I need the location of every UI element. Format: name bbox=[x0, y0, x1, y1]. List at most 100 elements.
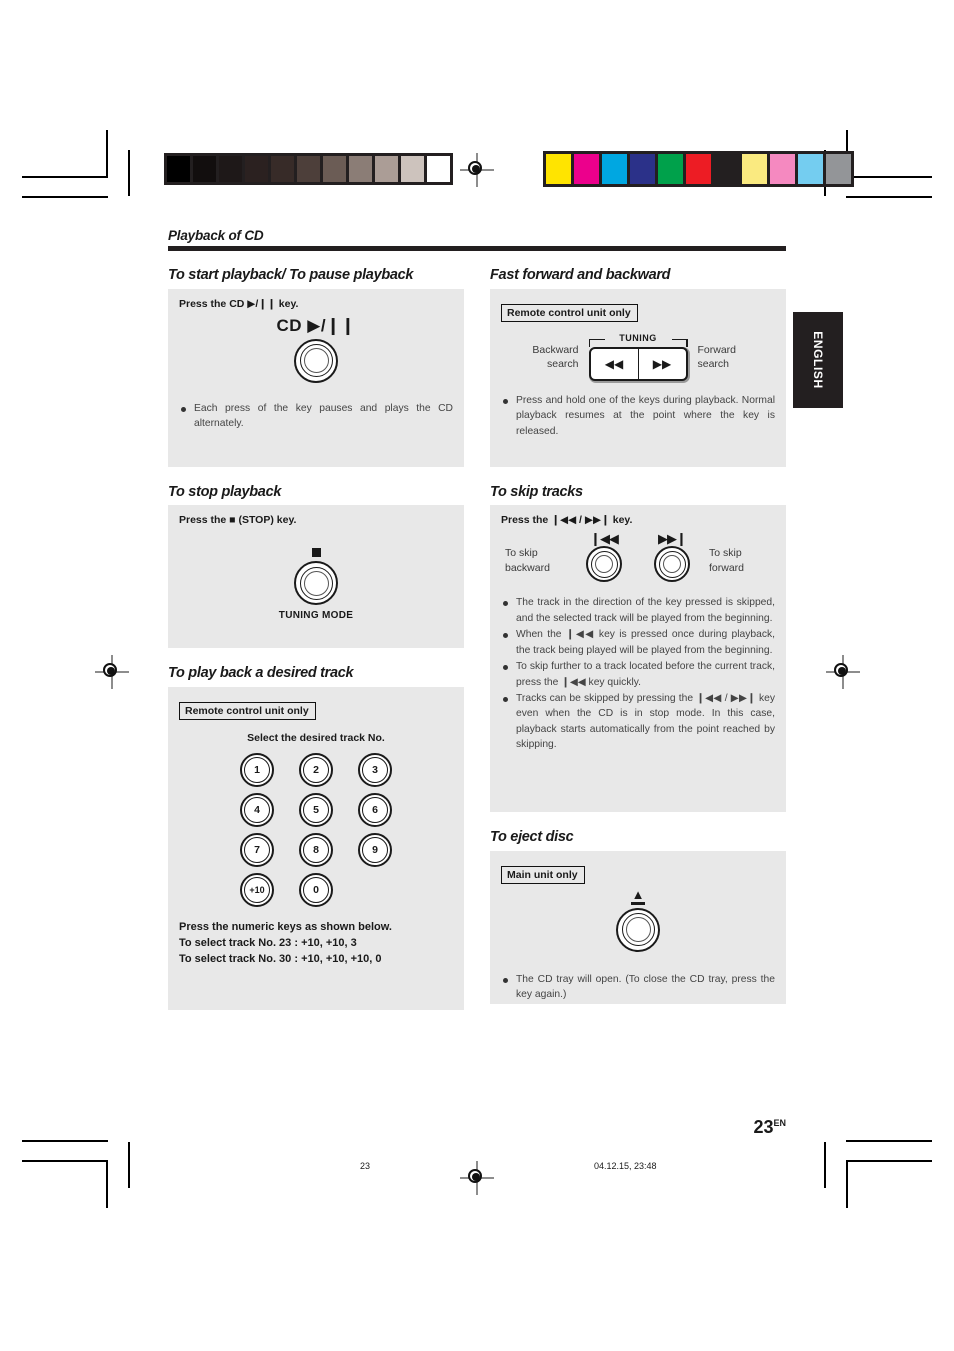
label-backward-search: Backward search bbox=[517, 343, 578, 371]
gray-swatch bbox=[167, 156, 190, 182]
gray-swatch bbox=[271, 156, 294, 182]
label-line: To skip bbox=[709, 547, 742, 560]
instruction-start-pause: Press the CD ▶/❙❙ key. bbox=[179, 297, 299, 310]
backward-search-button[interactable]: ◀◀ bbox=[591, 348, 639, 379]
heading-fast-forward-backward: Fast forward and backward bbox=[490, 267, 671, 283]
label-line: search bbox=[697, 358, 730, 371]
gray-swatch bbox=[375, 156, 398, 182]
crop-mark-top-right-h2 bbox=[846, 196, 932, 198]
label-line: backward bbox=[505, 561, 550, 574]
cd-play-pause-label: CD ▶/❙❙ bbox=[276, 315, 356, 335]
keypad-key-label: 8 bbox=[313, 844, 319, 857]
skip-forward-knob[interactable] bbox=[654, 546, 690, 583]
keypad-key-label: 5 bbox=[313, 804, 319, 817]
page-number-suffix: EN bbox=[773, 1118, 786, 1128]
keypad-key-label: 4 bbox=[254, 804, 260, 817]
color-swatch bbox=[826, 154, 851, 184]
color-swatch bbox=[658, 154, 683, 184]
keypad-key-label: 2 bbox=[313, 764, 319, 777]
grayscale-calibration-strip bbox=[164, 153, 453, 185]
page-title-rule bbox=[168, 246, 786, 251]
keypad-footnote-line: To select track No. 23 : +10, +10, 3 bbox=[179, 937, 357, 950]
left-column: To start playback/ To pause playback Pre… bbox=[168, 267, 464, 1011]
registration-mark-right bbox=[826, 655, 860, 689]
badge-remote-only-tuning: Remote control unit only bbox=[501, 303, 638, 322]
keypad-key-plus10[interactable]: +10 bbox=[240, 873, 274, 908]
keypad-key-7[interactable]: 7 bbox=[240, 833, 274, 868]
keypad-key-label: 6 bbox=[372, 804, 378, 817]
gray-swatch bbox=[427, 156, 450, 182]
keypad-key-label: 7 bbox=[254, 844, 260, 857]
stop-square-icon bbox=[311, 548, 321, 558]
panel-eject-disc: Main unit only ▲ The CD tray will open. … bbox=[490, 851, 786, 1005]
notes-start-pause: Each press of the key pauses and plays t… bbox=[179, 401, 453, 432]
gray-swatch bbox=[245, 156, 268, 182]
heading-start-pause: To start playback/ To pause playback bbox=[168, 267, 414, 283]
color-swatch bbox=[630, 154, 655, 184]
gray-swatch bbox=[349, 156, 372, 182]
registration-mark-bottom bbox=[460, 1161, 494, 1195]
note-item: To skip further to a track located befor… bbox=[501, 659, 775, 690]
stop-tuning-mode-knob[interactable] bbox=[294, 561, 338, 606]
cd-play-pause-knob-wrap bbox=[179, 338, 453, 383]
color-swatch bbox=[798, 154, 823, 184]
keypad-key-5[interactable]: 5 bbox=[299, 793, 333, 828]
tuning-button-group: TUNING ◀◀ ▶▶ bbox=[588, 333, 688, 381]
keypad-key-0[interactable]: 0 bbox=[299, 873, 333, 908]
skip-button-row: To skip backward ❙◀◀ ▶▶❙ To skip forward bbox=[501, 531, 775, 583]
keypad-footnote-line: To select track No. 30 : +10, +10, +10, … bbox=[179, 952, 382, 965]
forward-search-button[interactable]: ▶▶ bbox=[639, 349, 686, 379]
keypad-key-3[interactable]: 3 bbox=[358, 753, 392, 788]
crop-mark-bottom-right-h2 bbox=[846, 1140, 932, 1142]
keypad-key-4[interactable]: 4 bbox=[240, 793, 274, 828]
two-column-layout: To start playback/ To pause playback Pre… bbox=[168, 267, 786, 1011]
note-item: Press and hold one of the keys during pl… bbox=[501, 393, 775, 439]
panel-fast-forward-backward: Remote control unit only Backward search… bbox=[490, 288, 786, 467]
label-line: Forward bbox=[697, 344, 737, 357]
keypad-key-6[interactable]: 6 bbox=[358, 793, 392, 828]
label-skip-forward: To skip forward bbox=[709, 532, 771, 574]
language-tab-label: ENGLISH bbox=[811, 331, 825, 389]
crop-mark-top-left-v2 bbox=[128, 150, 130, 196]
keypad-key-label: +10 bbox=[249, 885, 265, 896]
eject-knob[interactable] bbox=[616, 907, 660, 952]
panel-start-pause: Press the CD ▶/❙❙ key. CD ▶/❙❙ Each pres… bbox=[168, 288, 464, 467]
badge-main-unit-only: Main unit only bbox=[501, 866, 585, 885]
skip-backward-knob[interactable] bbox=[586, 546, 622, 583]
color-swatch bbox=[714, 154, 739, 184]
skip-backward-icon: ❙◀◀ bbox=[590, 531, 619, 547]
keypad-key-1[interactable]: 1 bbox=[240, 753, 274, 788]
notes-skip-tracks: The track in the direction of the key pr… bbox=[501, 595, 775, 752]
page-title: Playback of CD bbox=[168, 228, 264, 243]
crop-mark-bottom-right-v2 bbox=[846, 1160, 848, 1208]
keypad-key-9[interactable]: 9 bbox=[358, 833, 392, 868]
skip-forward-icon: ▶▶❙ bbox=[658, 531, 687, 547]
crop-mark-bottom-right-h bbox=[846, 1160, 932, 1162]
label-line: forward bbox=[709, 561, 745, 574]
color-swatch bbox=[770, 154, 795, 184]
crop-mark-top-left-h2 bbox=[22, 196, 108, 198]
panel-desired-track: Remote control unit only Select the desi… bbox=[168, 687, 464, 1011]
tuning-bracket: TUNING bbox=[588, 333, 688, 347]
crop-mark-top-left-v bbox=[106, 130, 108, 178]
registration-mark-top bbox=[460, 153, 494, 187]
heading-skip-tracks: To skip tracks bbox=[490, 483, 583, 500]
notes-eject: The CD tray will open. (To close the CD … bbox=[501, 972, 775, 1003]
numeric-keypad[interactable]: 1 2 3 4 5 6 7 8 9 +10 0 bbox=[179, 753, 453, 908]
page-number-value: 23 bbox=[753, 1117, 774, 1137]
note-item: Each press of the key pauses and plays t… bbox=[179, 401, 453, 432]
badge-remote-only-track: Remote control unit only bbox=[179, 702, 316, 721]
gray-swatch bbox=[193, 156, 216, 182]
cd-play-pause-knob[interactable] bbox=[294, 338, 338, 383]
gray-swatch bbox=[401, 156, 424, 182]
skip-forward-unit: ▶▶❙ bbox=[641, 531, 703, 583]
heading-stop: To stop playback bbox=[168, 483, 282, 500]
gray-swatch bbox=[219, 156, 242, 182]
keypad-key-8[interactable]: 8 bbox=[299, 833, 333, 868]
note-item: When the ❙◀◀ key is pressed once during … bbox=[501, 627, 775, 658]
keypad-key-2[interactable]: 2 bbox=[299, 753, 333, 788]
sheet-number: 23 bbox=[360, 1161, 371, 1171]
color-swatch bbox=[574, 154, 599, 184]
right-column: Fast forward and backward Remote control… bbox=[490, 267, 786, 1010]
tuning-buttons[interactable]: ◀◀ ▶▶ bbox=[588, 346, 688, 381]
